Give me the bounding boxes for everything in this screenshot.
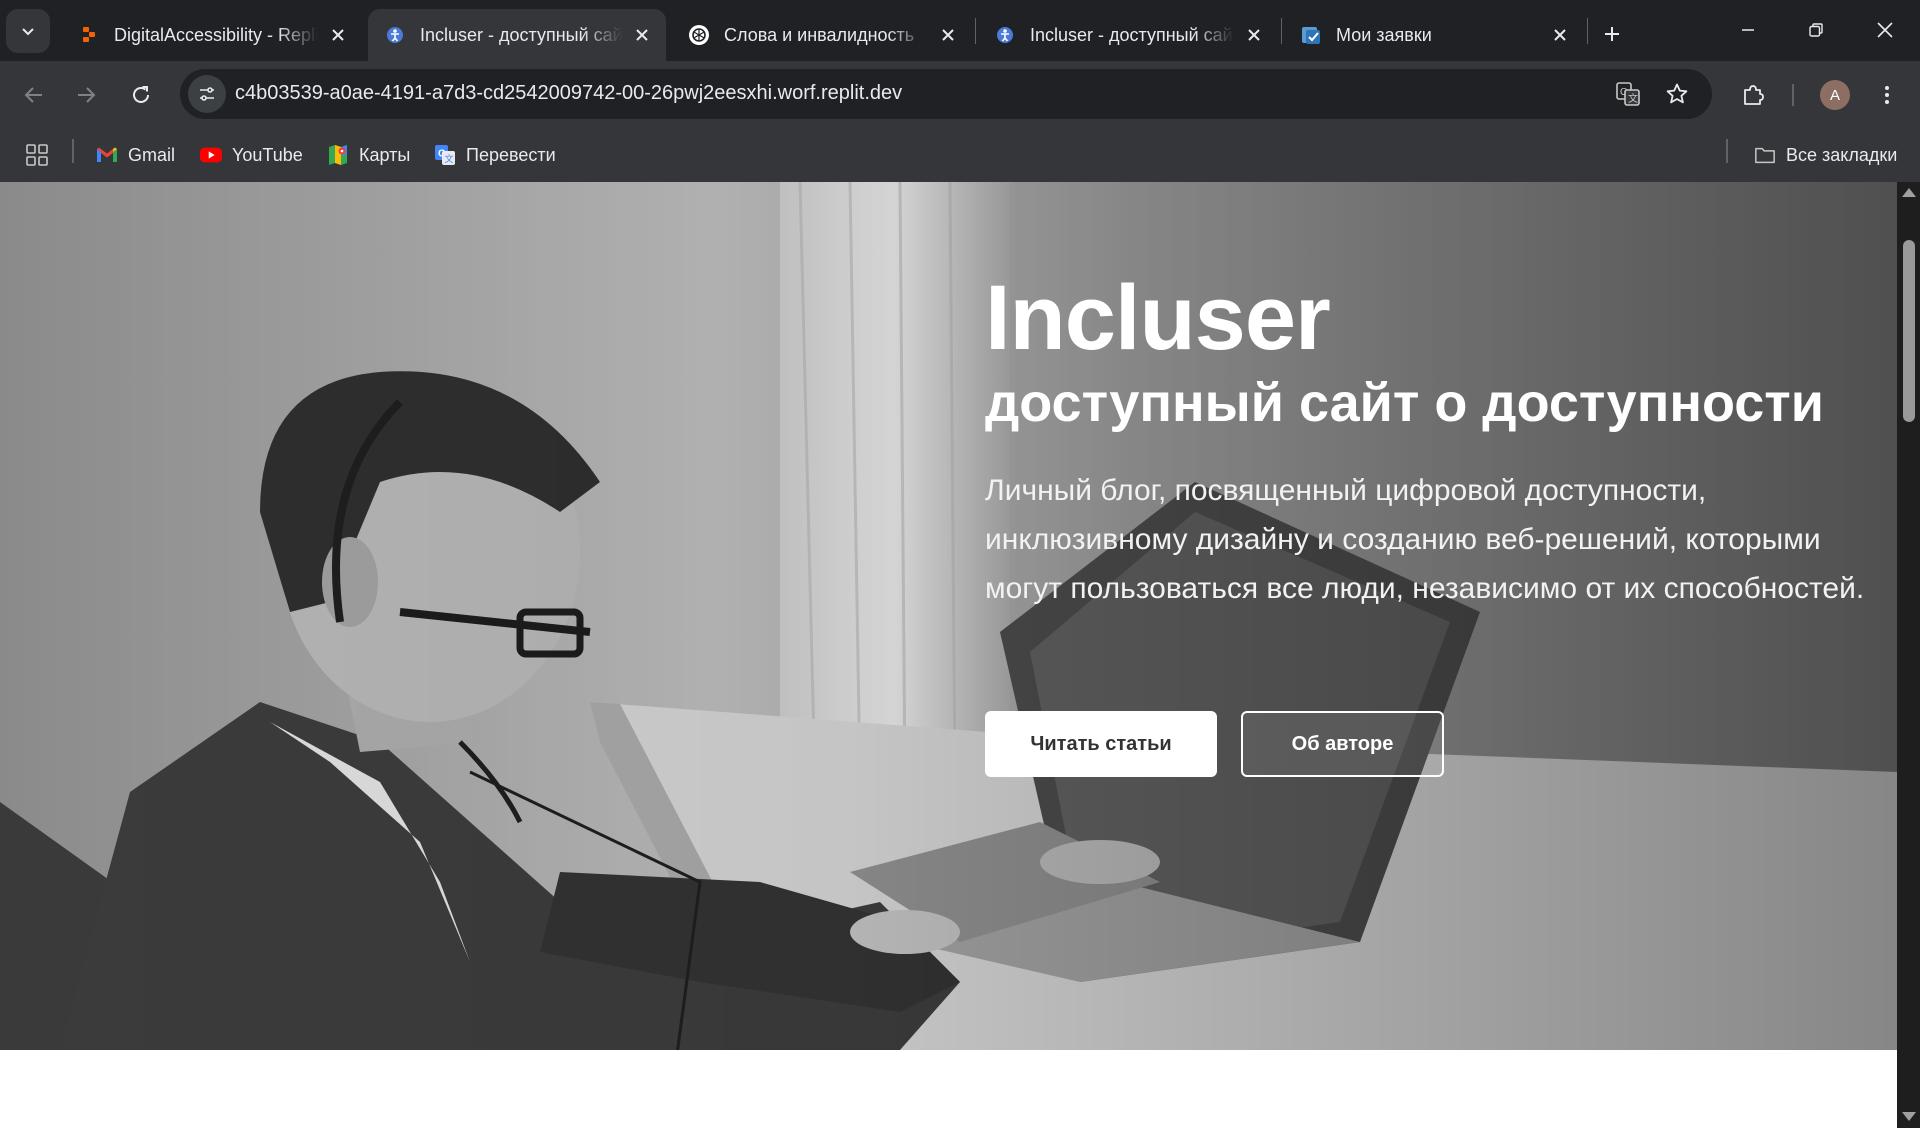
profile-avatar[interactable]: A <box>1820 80 1850 110</box>
bookmark-label: Карты <box>359 144 411 165</box>
site-info-button[interactable] <box>188 75 226 113</box>
read-articles-button[interactable]: Читать статьи <box>985 711 1217 777</box>
incluser-icon <box>384 24 406 46</box>
gmail-icon <box>96 144 118 166</box>
all-bookmarks-label: Все закладки <box>1786 144 1898 165</box>
close-icon[interactable] <box>1546 21 1574 49</box>
chatgpt-icon <box>688 24 710 46</box>
close-icon[interactable] <box>628 21 656 49</box>
tab-incluser[interactable]: Incluser - доступный сайт о доступности <box>978 9 1278 61</box>
apps-grid-icon <box>26 144 48 166</box>
maps-icon <box>327 144 349 166</box>
forward-button[interactable] <box>66 75 106 115</box>
address-bar[interactable]: c4b03539-a0ae-4191-a7d3-cd2542009742-00-… <box>180 69 1712 119</box>
reload-icon <box>133 86 149 103</box>
close-icon <box>1877 22 1893 38</box>
hero-title: Incluser <box>985 267 1331 369</box>
bookmarks-bar: Gmail YouTube Карты G文 Перевести Все зак… <box>0 127 1920 183</box>
browser-toolbar: c4b03539-a0ae-4191-a7d3-cd2542009742-00-… <box>0 61 1920 127</box>
apps-button[interactable] <box>26 141 58 169</box>
about-author-button[interactable]: Об авторе <box>1241 711 1444 777</box>
tab-title: Incluser - доступный сайт о доступности <box>420 24 622 45</box>
bookmarks-separator <box>72 139 74 163</box>
reload-button[interactable] <box>121 75 161 115</box>
back-button[interactable] <box>14 75 54 115</box>
tasks-icon <box>1300 24 1322 46</box>
bookmark-star-button[interactable] <box>1661 78 1693 110</box>
restore-button[interactable] <box>1793 8 1839 52</box>
tab-title: Слова и инвалидность <box>724 24 915 45</box>
extensions-button[interactable] <box>1733 75 1773 115</box>
arrow-left-icon <box>24 87 42 103</box>
tab-separator <box>1587 18 1588 44</box>
url-text[interactable]: c4b03539-a0ae-4191-a7d3-cd2542009742-00-… <box>235 82 902 105</box>
tab-digitalaccessibility[interactable]: DigitalAccessibility - Replit <box>62 9 362 61</box>
browser-menu-button[interactable] <box>1867 75 1907 115</box>
tune-icon <box>200 87 214 101</box>
web-page: Incluser доступный сайт о доступности Ли… <box>0 182 1897 1128</box>
close-icon[interactable] <box>1240 21 1268 49</box>
tab-slova-i-invalidnost[interactable]: Слова и инвалидность <box>672 9 972 61</box>
google-translate-icon: G文 <box>1616 82 1640 106</box>
chevron-down-icon <box>22 28 34 36</box>
puzzle-icon <box>1744 85 1764 105</box>
scroll-down-arrow-icon[interactable] <box>1902 1112 1916 1121</box>
hero-section: Incluser доступный сайт о доступности Ли… <box>0 182 1897 1050</box>
bookmark-label: Перевести <box>466 144 556 165</box>
translate-page-button[interactable]: G文 <box>1612 78 1644 110</box>
scroll-up-arrow-icon[interactable] <box>1902 188 1916 197</box>
svg-text:文: 文 <box>445 153 454 164</box>
svg-text:文: 文 <box>1628 92 1638 105</box>
tab-incluser-active[interactable]: Incluser - доступный сайт о доступности <box>368 9 666 61</box>
close-icon[interactable] <box>324 21 352 49</box>
bookmark-youtube[interactable]: YouTube <box>200 141 303 169</box>
restore-icon <box>1809 23 1823 37</box>
hero-description: Личный блог, посвященный цифровой доступ… <box>985 474 1865 605</box>
tab-moi-zayavki[interactable]: Мои заявки <box>1284 9 1584 61</box>
bookmarks-separator <box>1726 139 1728 163</box>
scroll-thumb[interactable] <box>1903 240 1915 422</box>
tab-separator <box>975 18 976 44</box>
hero-subtitle: доступный сайт о доступности <box>985 373 1824 433</box>
bookmark-gmail[interactable]: Gmail <box>96 141 175 169</box>
tab-title: Incluser - доступный сайт о доступности <box>1030 24 1234 45</box>
tab-title: DigitalAccessibility - Replit <box>114 24 318 45</box>
minimize-button[interactable] <box>1725 8 1771 52</box>
star-icon <box>1666 83 1688 104</box>
arrow-right-icon <box>78 87 96 103</box>
toolbar-separator <box>1792 84 1794 106</box>
translate-icon: G文 <box>434 144 456 166</box>
youtube-icon <box>200 144 222 166</box>
tab-strip: DigitalAccessibility - Replit Incluser -… <box>0 0 1920 61</box>
new-tab-button[interactable] <box>1594 16 1630 52</box>
bookmark-translate[interactable]: G文 Перевести <box>434 141 556 169</box>
tab-search-button[interactable] <box>6 9 50 53</box>
folder-icon <box>1754 144 1776 166</box>
close-icon[interactable] <box>934 21 962 49</box>
more-vertical-icon <box>1885 86 1889 104</box>
minimize-icon <box>1742 29 1754 31</box>
bookmark-maps[interactable]: Карты <box>327 141 410 169</box>
close-window-button[interactable] <box>1862 8 1908 52</box>
tab-separator <box>1281 18 1282 44</box>
page-scrollbar[interactable] <box>1897 182 1920 1128</box>
bookmark-label: YouTube <box>232 144 303 165</box>
incluser-icon <box>994 24 1016 46</box>
bookmark-label: Gmail <box>128 144 176 165</box>
tab-title: Мои заявки <box>1336 24 1432 45</box>
hero-text-block: Incluser доступный сайт о доступности Ли… <box>985 268 1865 613</box>
replit-icon <box>78 24 100 46</box>
plus-icon <box>1605 27 1619 41</box>
all-bookmarks-button[interactable]: Все закладки <box>1754 141 1897 169</box>
